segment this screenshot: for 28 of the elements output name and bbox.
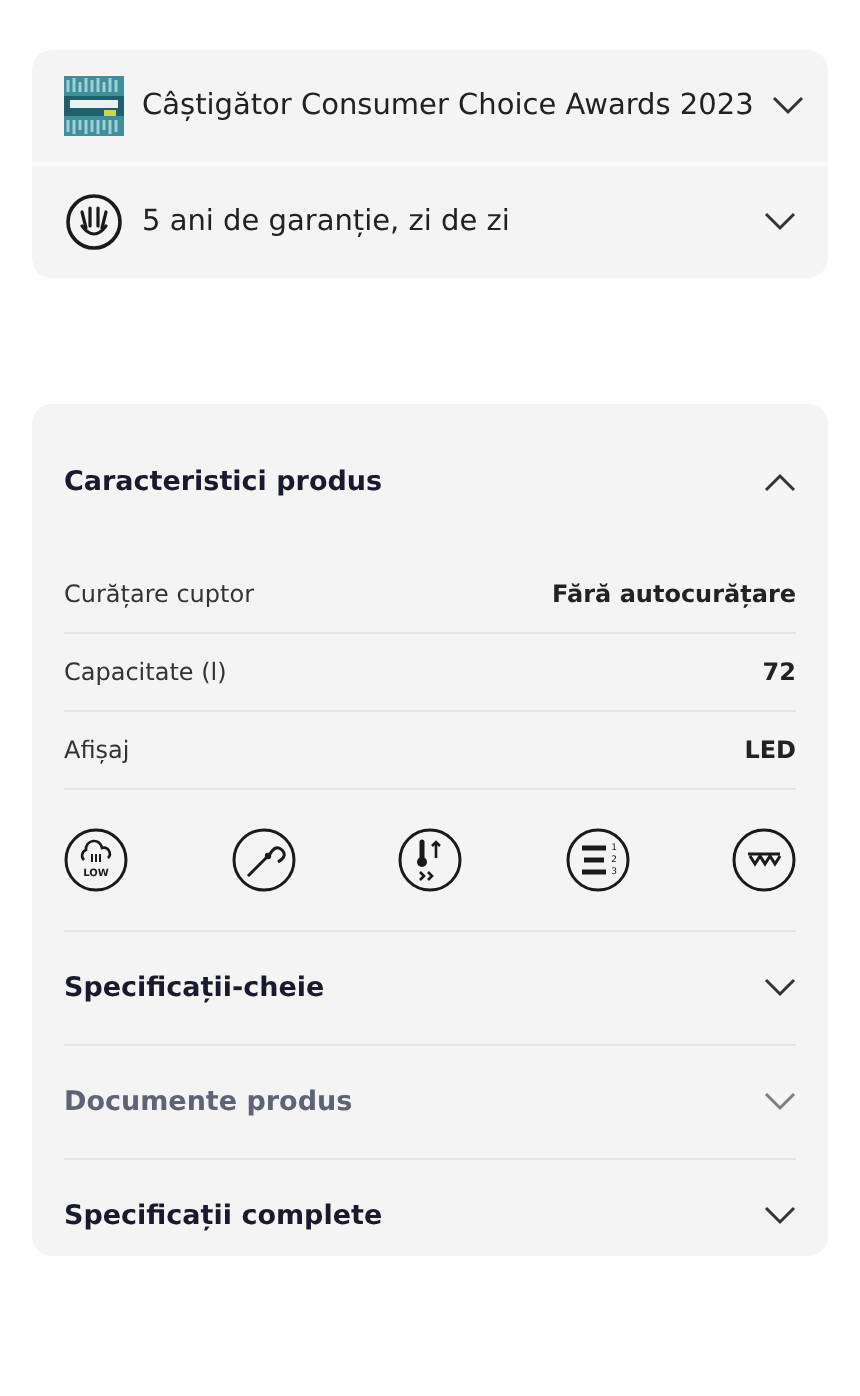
expand-toggle[interactable] bbox=[764, 978, 796, 998]
section-title: Caracteristici produs bbox=[64, 466, 383, 498]
highlight-label: 5 ani de garanție, zi de zi bbox=[142, 206, 512, 238]
spec-value: 72 bbox=[762, 658, 796, 686]
chevron-icon bbox=[771, 96, 804, 116]
expand-toggle[interactable] bbox=[764, 1206, 796, 1226]
section-title: Specificații-cheie bbox=[64, 972, 325, 1004]
award-badge-icon bbox=[64, 76, 124, 136]
spec-label: Afișaj bbox=[64, 736, 130, 764]
chevron-icon bbox=[764, 978, 796, 998]
thermometer-icon bbox=[398, 828, 462, 892]
spec-value: LED bbox=[744, 736, 796, 764]
grill-icon bbox=[732, 828, 796, 892]
expand-toggle[interactable] bbox=[764, 472, 796, 492]
spec-label: Curățare cuptor bbox=[64, 580, 254, 608]
hand-icon bbox=[64, 192, 124, 252]
expand-toggle[interactable] bbox=[771, 96, 804, 116]
highlight-label: Câștigător Consumer Choice Awards 2023 bbox=[142, 90, 754, 122]
probe-icon bbox=[231, 828, 295, 892]
section-title: Documente produs bbox=[64, 1086, 353, 1118]
spec-label: Capacitate (l) bbox=[64, 658, 227, 686]
chevron-icon bbox=[764, 1092, 796, 1112]
section-title: Specificații complete bbox=[64, 1200, 383, 1232]
chevron-icon bbox=[764, 212, 796, 232]
chevron-icon bbox=[764, 1206, 796, 1226]
spec-value: Fără autocurățare bbox=[552, 580, 796, 608]
expand-toggle[interactable] bbox=[764, 212, 796, 232]
chevron-icon bbox=[764, 472, 796, 492]
